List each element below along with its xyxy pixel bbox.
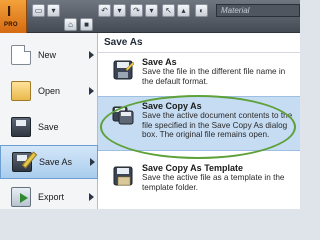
template-icon <box>113 166 133 186</box>
app-logo-icon: I <box>7 3 12 20</box>
export-icon <box>11 187 31 207</box>
chevron-right-icon <box>90 158 95 166</box>
menu-item-save-as[interactable]: Save As <box>0 145 98 179</box>
floppy-disk-icon <box>113 60 134 80</box>
pro-badge: PRO <box>4 22 18 28</box>
save-quick-icon[interactable]: ■ <box>80 18 93 31</box>
open-quick-icon[interactable]: ▾ <box>47 4 60 17</box>
save-copy-icon <box>112 106 134 125</box>
menu-item-new[interactable]: New <box>0 39 98 73</box>
submenu-item-title: Save Copy As <box>142 101 202 111</box>
menu-item-label: New <box>38 50 57 60</box>
material-color-icon[interactable]: ◐ <box>195 4 208 17</box>
menu-item-open[interactable]: Open <box>0 75 98 109</box>
new-document-icon <box>11 45 31 65</box>
submenu-item-description: Save the active file as a template in th… <box>142 173 285 192</box>
save-as-submenu: Save As Save As Save the file in the dif… <box>98 33 300 209</box>
material-dropdown[interactable]: Material <box>216 4 300 17</box>
application-menu-left: New Open Save Save As Export <box>0 33 98 209</box>
menu-item-label: Export <box>38 192 65 202</box>
select-arrow-icon[interactable]: ↖ <box>162 4 175 17</box>
submenu-item-save-copy-as-template[interactable]: Save Copy As Template Save the active fi… <box>98 159 300 214</box>
submenu-header: Save As <box>98 33 300 53</box>
menu-item-label: Save As <box>39 157 73 167</box>
redo-dropdown-icon[interactable]: ▾ <box>145 4 158 17</box>
chevron-right-icon <box>89 193 94 201</box>
submenu-item-title: Save As <box>142 57 177 67</box>
application-menu-button[interactable]: I PRO <box>0 0 27 33</box>
new-quick-icon[interactable]: ▭ <box>32 4 45 17</box>
menu-item-save[interactable]: Save <box>0 111 98 145</box>
submenu-item-title: Save Copy As Template <box>142 163 244 173</box>
undo-icon[interactable]: ↶ <box>98 4 111 17</box>
update-icon[interactable]: ▴ <box>177 4 190 17</box>
submenu-item-description: Save the file in the different file name… <box>142 67 286 86</box>
menu-item-export[interactable]: Export <box>0 181 98 215</box>
folder-quick-icon[interactable]: ⌂ <box>64 18 77 31</box>
submenu-item-save-copy-as[interactable]: Save Copy As Save the active document co… <box>98 96 300 151</box>
floppy-disk-icon <box>11 117 31 137</box>
menu-item-label: Save <box>38 122 59 132</box>
submenu-title: Save As <box>104 37 143 48</box>
open-folder-icon <box>11 81 31 101</box>
undo-dropdown-icon[interactable]: ▾ <box>113 4 126 17</box>
submenu-item-description: Save the active document contents to the… <box>142 111 293 140</box>
title-bar: I PRO ▭ ▾ ⌂ ■ ↶ ▾ ↷ ▾ ↖ ▴ ◐ Material <box>0 0 300 33</box>
chevron-right-icon <box>89 51 94 59</box>
redo-icon[interactable]: ↷ <box>130 4 143 17</box>
chevron-right-icon <box>89 87 94 95</box>
menu-item-label: Open <box>38 86 61 96</box>
